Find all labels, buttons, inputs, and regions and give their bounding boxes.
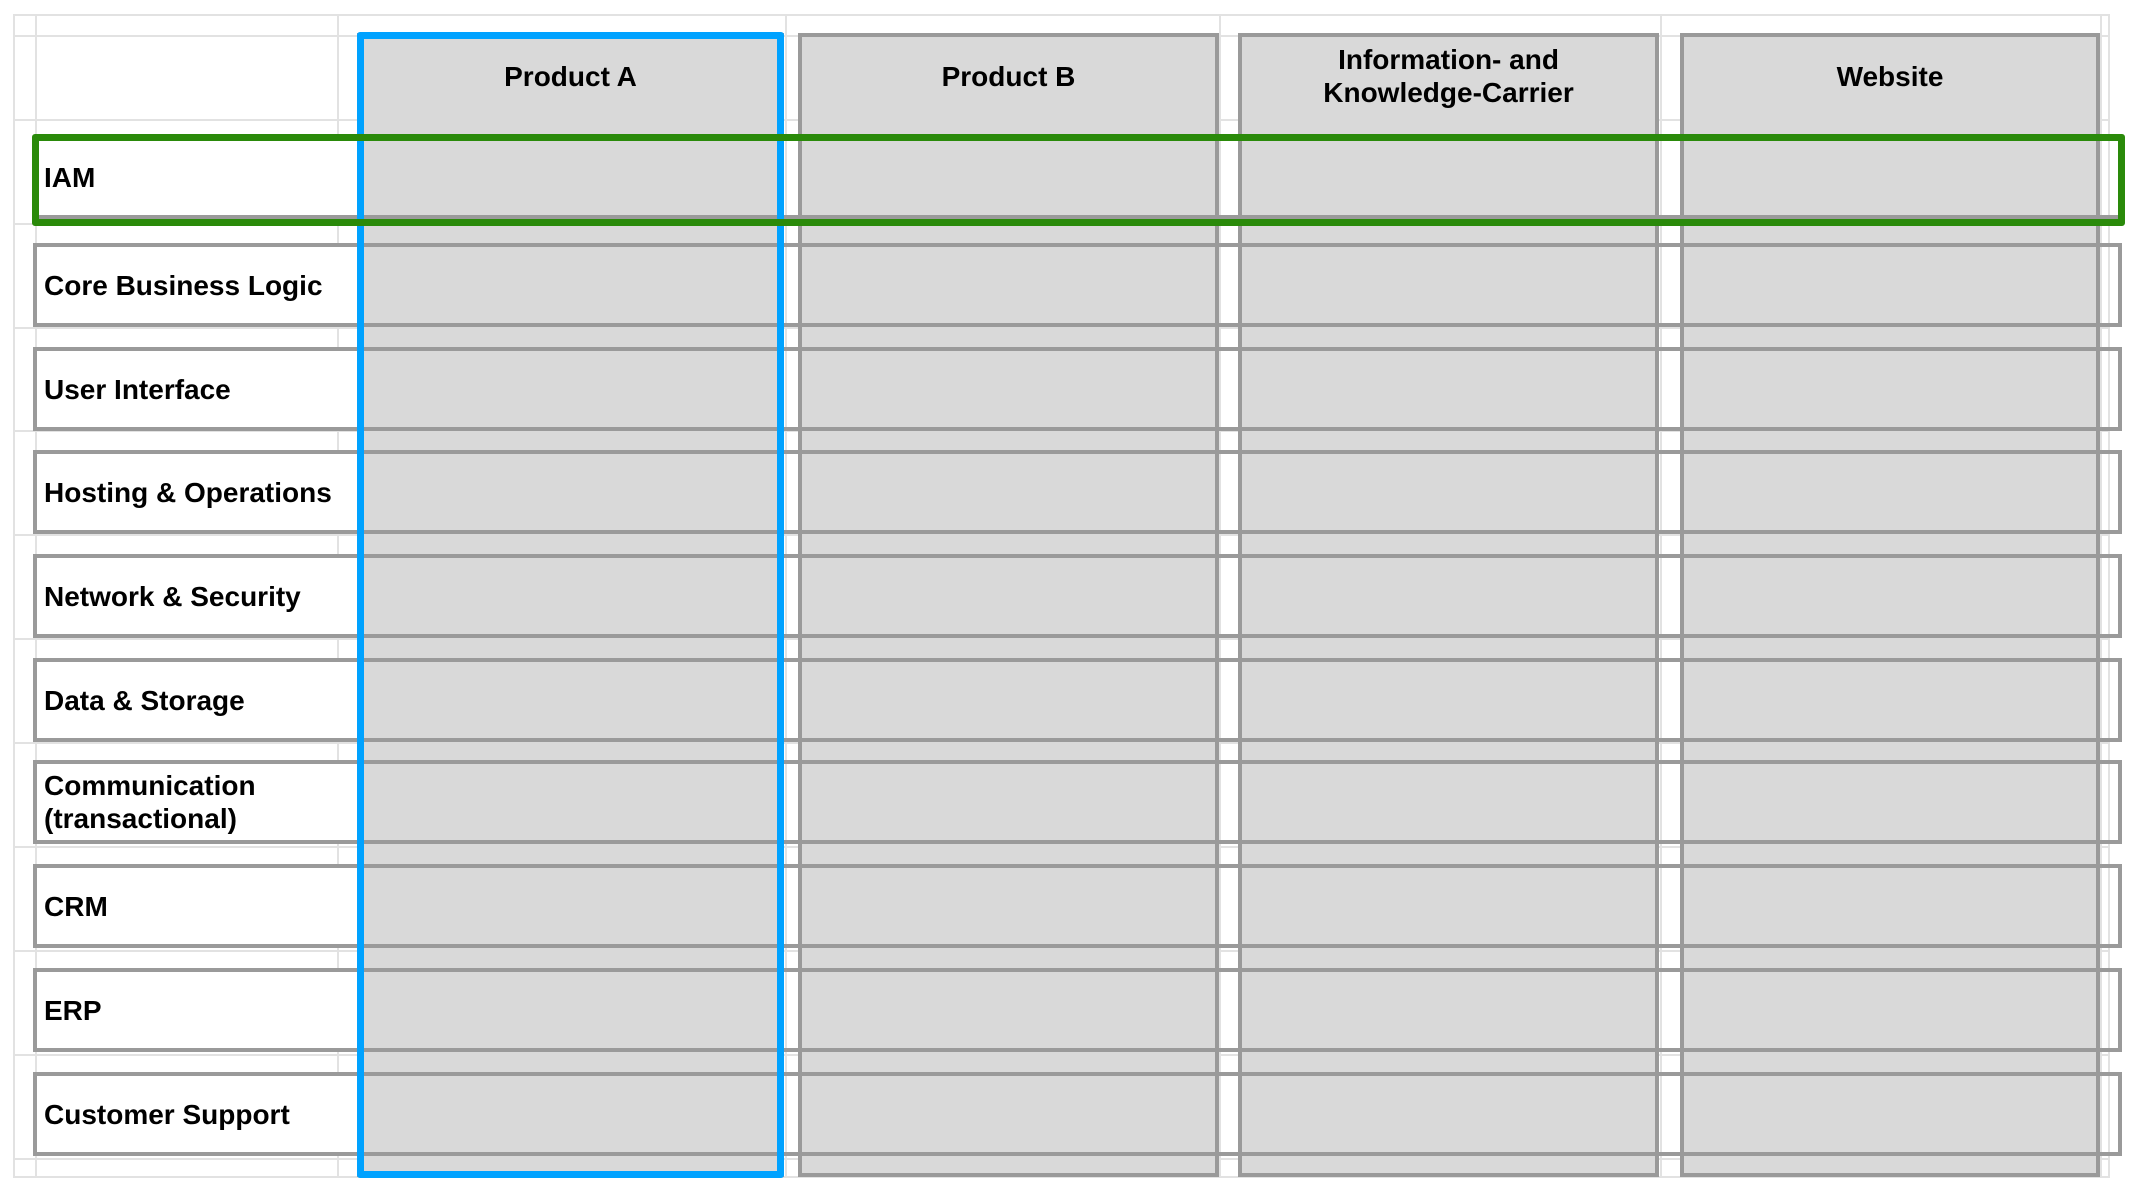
row-label: ERP: [44, 994, 102, 1026]
row-label: User Interface: [44, 373, 231, 405]
row-label: Data & Storage: [44, 684, 245, 716]
row-label: CRM: [44, 890, 108, 922]
row-label: Hosting & Operations: [44, 476, 332, 508]
highlight-row-iam: [32, 134, 2125, 226]
row-label: Communication (transactional): [44, 770, 256, 834]
row-label: Core Business Logic: [44, 269, 323, 301]
column-header-information-knowledge-carrier: Information- and Knowledge-Carrier: [1323, 44, 1574, 108]
column-header-website: Website: [1836, 60, 1944, 92]
column-header-product-b: Product B: [941, 60, 1076, 92]
row-label: Network & Security: [44, 580, 301, 612]
row-label: Customer Support: [44, 1098, 290, 1130]
